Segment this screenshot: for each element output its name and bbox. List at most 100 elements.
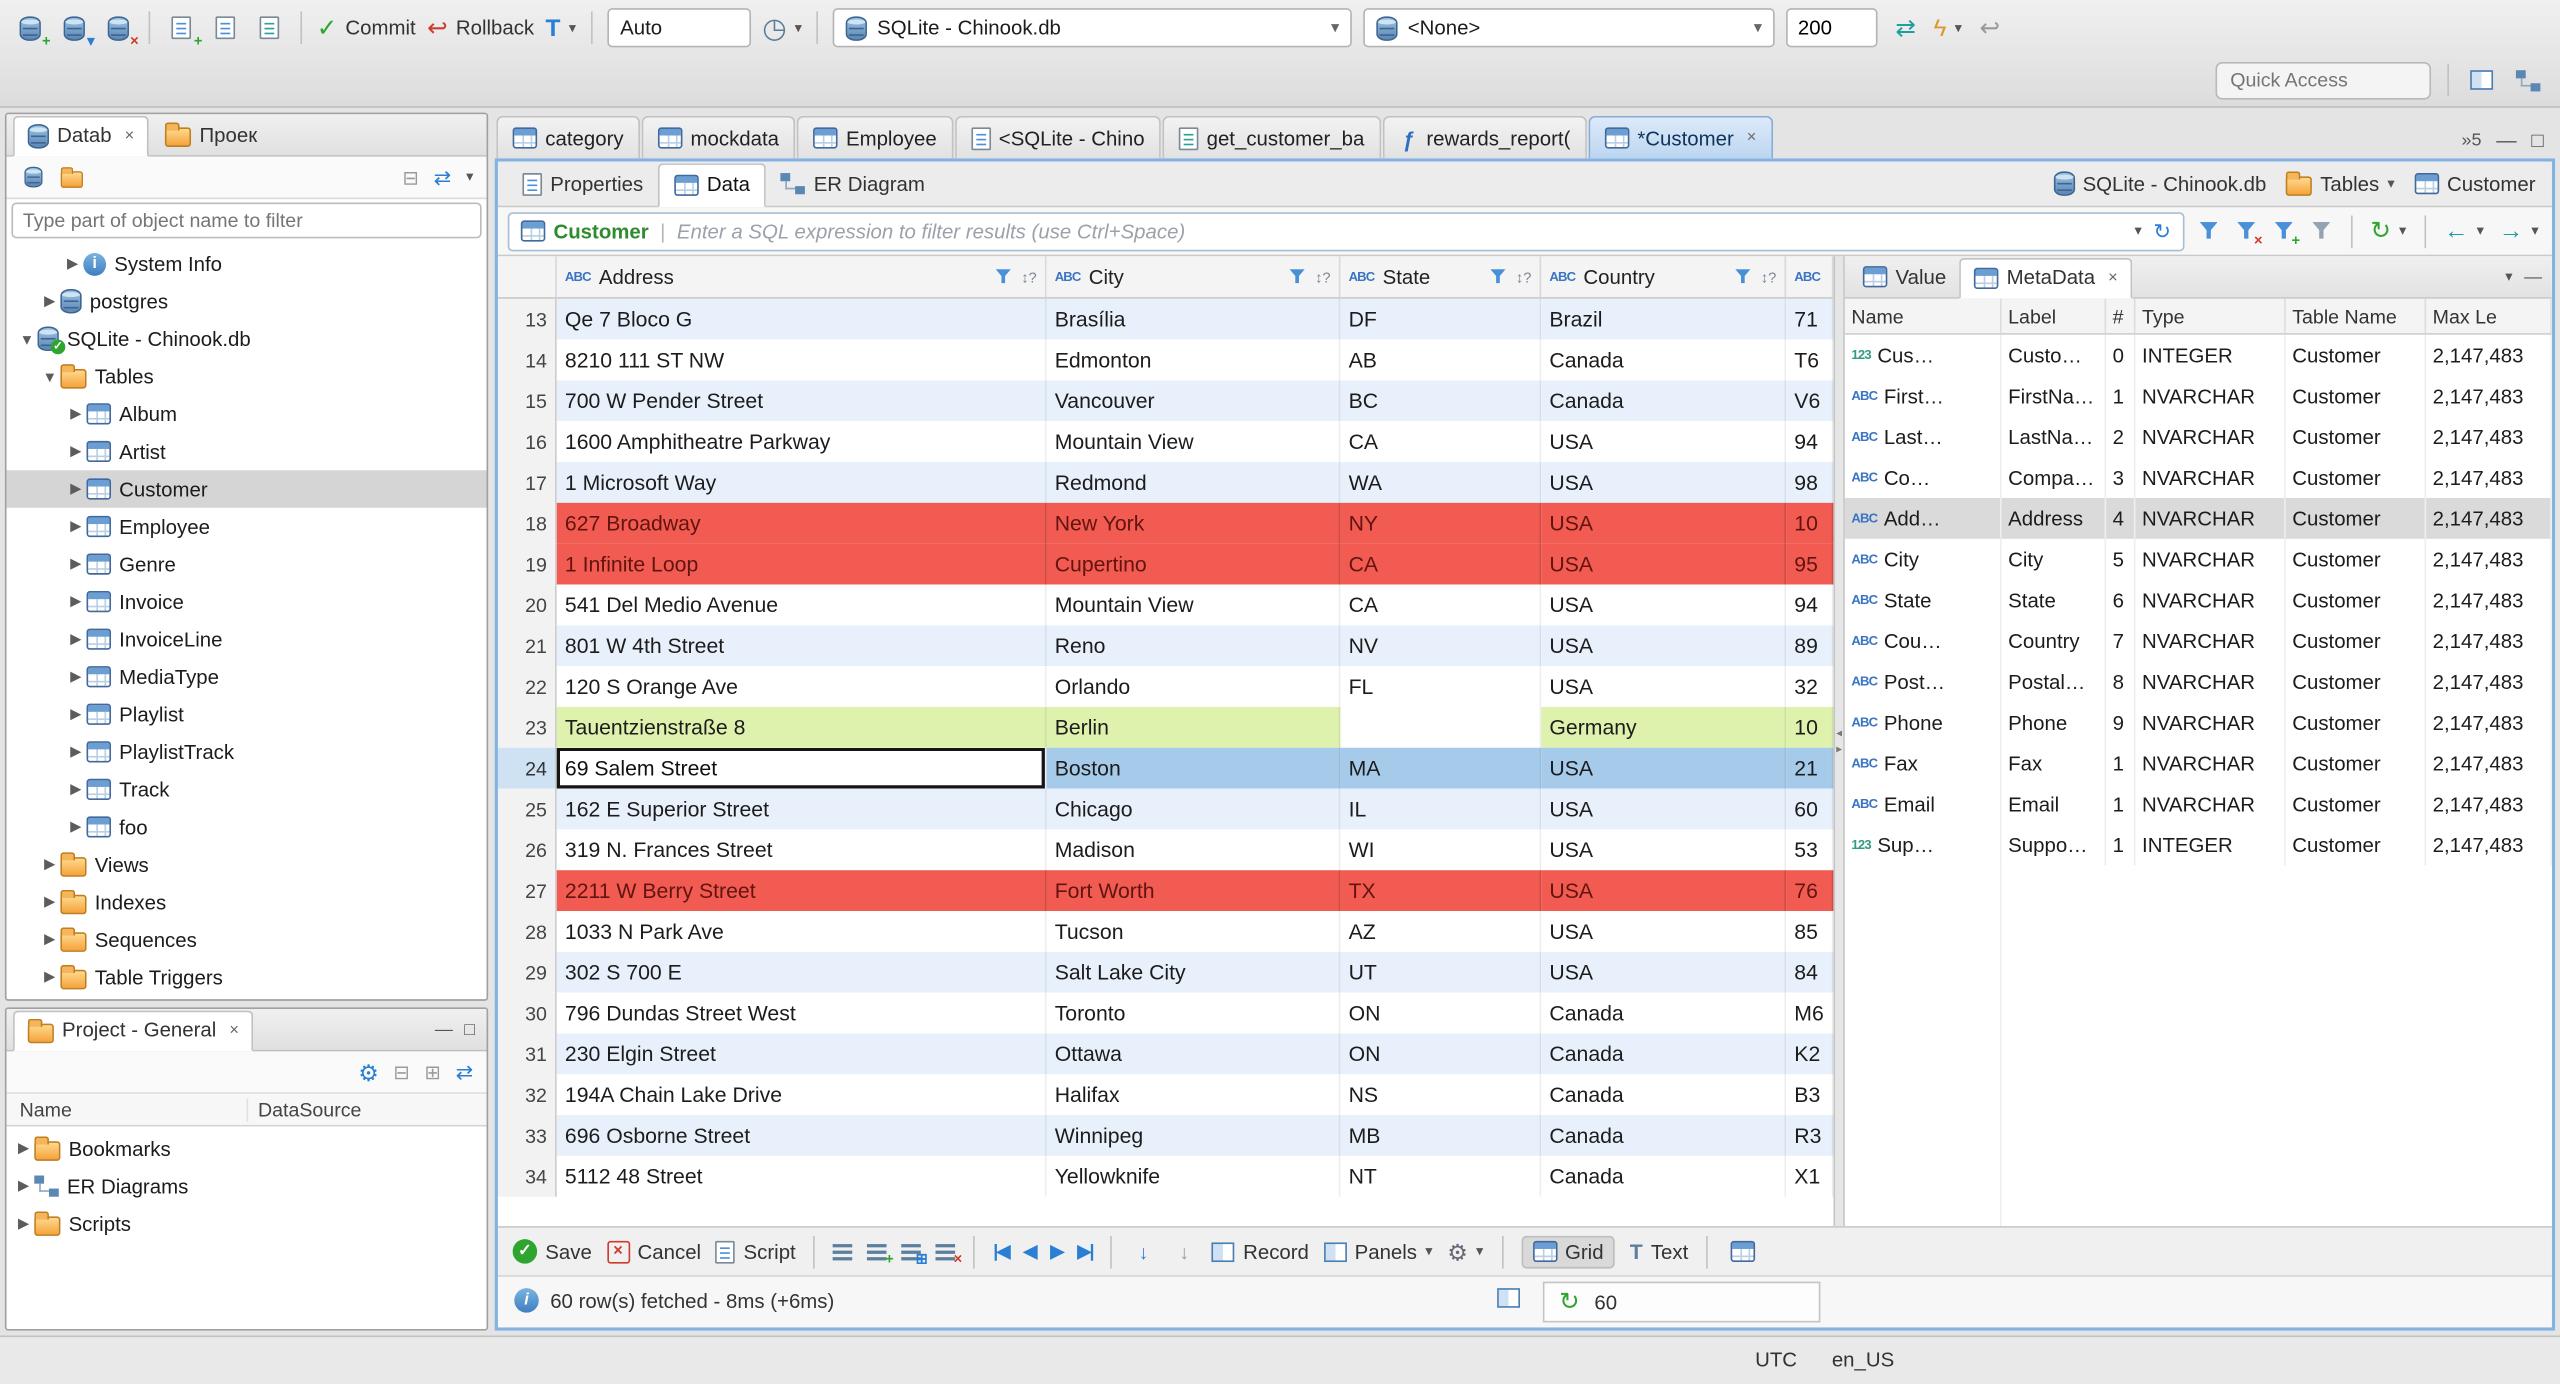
tree-expander-icon[interactable]: ▶ (13, 1177, 34, 1195)
grid-view-toggle[interactable]: Grid (1520, 1235, 1615, 1268)
cell-city[interactable]: Winnipeg (1046, 1115, 1341, 1156)
column-name[interactable]: Name (7, 1097, 249, 1121)
open-sql-editor-icon[interactable] (209, 11, 242, 44)
sql-filter-input[interactable] (676, 219, 2124, 243)
cell-postalcode[interactable]: 10 (1786, 502, 1834, 544)
connect-db-icon[interactable] (20, 164, 46, 190)
tree-item[interactable]: ▶ ER Diagrams (7, 1167, 487, 1205)
cell-state[interactable]: ON (1340, 992, 1542, 1034)
tree-item[interactable]: ▶ Indexes (7, 883, 487, 921)
custom-filter-icon[interactable] (2310, 220, 2333, 243)
cell-postalcode[interactable]: 10 (1786, 706, 1834, 748)
cell-country[interactable]: USA (1541, 462, 1787, 503)
metadata-row[interactable]: ABC Phone Phone 9 NVARCHAR Customer 2,147… (1845, 702, 2552, 743)
row-number-cell[interactable]: 25 (497, 788, 557, 830)
collapse-all-icon[interactable]: ⊟ (393, 1062, 409, 1082)
cell-address[interactable]: 1033 N Park Ave (556, 911, 1047, 952)
cell-state[interactable]: TX (1340, 870, 1542, 912)
expand-all-icon[interactable]: ⊞ (425, 1062, 441, 1082)
cell-city[interactable]: Redmond (1046, 462, 1341, 503)
row-number-cell[interactable]: 28 (497, 911, 557, 952)
cell-country[interactable]: USA (1541, 625, 1787, 667)
cell-country[interactable]: USA (1541, 421, 1787, 463)
cell-address[interactable]: 541 Del Medio Avenue (556, 584, 1047, 626)
row-number-cell[interactable]: 23 (497, 706, 557, 748)
column-filter-icon[interactable] (1736, 269, 1752, 284)
column-filter-icon[interactable] (1491, 269, 1507, 284)
sql-console-icon[interactable] (253, 11, 286, 44)
navigator-filter-input[interactable] (11, 202, 482, 239)
cell-city[interactable]: Mountain View (1046, 421, 1341, 463)
cell-city[interactable]: New York (1046, 502, 1341, 544)
script-button[interactable]: Script (715, 1239, 796, 1263)
commit-mode-combo[interactable]: Auto (607, 8, 751, 48)
cell-postalcode[interactable]: 89 (1786, 625, 1834, 667)
auto-refresh-control[interactable]: ↻ 60 (1542, 1281, 1821, 1323)
cell-postalcode[interactable]: 32 (1786, 666, 1834, 707)
cell-city[interactable]: Yellowknife (1046, 1155, 1341, 1197)
row-number-cell[interactable]: 27 (497, 870, 557, 912)
tree-item[interactable]: ▶ System Info (7, 245, 487, 283)
breadcrumb-connection[interactable]: SQLite - Chinook.db (2053, 171, 2266, 196)
row-number-cell[interactable]: 24 (497, 747, 557, 789)
cell-state[interactable]: MB (1340, 1115, 1542, 1156)
cell-postalcode[interactable]: T6 (1786, 339, 1834, 381)
cell-country[interactable]: Brazil (1541, 298, 1787, 340)
tree-item[interactable]: ▶ Table Triggers (7, 958, 487, 996)
undo-icon[interactable]: ↩ (1973, 11, 2006, 44)
tree-expander-icon[interactable]: ▼ (39, 368, 60, 384)
connection-selector[interactable]: SQLite - Chinook.db ▾ (833, 8, 1353, 48)
cell-country[interactable]: USA (1541, 584, 1787, 626)
cell-city[interactable]: Madison (1046, 829, 1341, 871)
cell-state[interactable] (1340, 706, 1542, 748)
cell-country[interactable]: Canada (1541, 380, 1787, 422)
cell-country[interactable]: Canada (1541, 992, 1787, 1034)
cell-address[interactable]: 319 N. Frances Street (556, 829, 1047, 871)
close-icon[interactable]: × (1747, 129, 1757, 147)
cell-city[interactable]: Brasília (1046, 298, 1341, 340)
panel-sash[interactable]: ◂ ▸ (1833, 256, 1845, 1227)
tree-expander-icon[interactable]: ▶ (39, 292, 60, 310)
first-row-button[interactable]: |◀ (993, 1241, 1010, 1262)
row-number-cell[interactable]: 18 (497, 502, 557, 544)
tree-item[interactable]: ▶ Track (7, 771, 487, 809)
tree-expander-icon[interactable]: ▶ (65, 668, 86, 686)
cell-country[interactable]: USA (1541, 747, 1787, 789)
refresh-settings-button[interactable]: ↻ ▾ (2370, 219, 2406, 243)
show-in-grid-icon[interactable] (1726, 1235, 1759, 1268)
column-number[interactable]: # (2106, 298, 2136, 334)
cell-state[interactable]: UT (1340, 951, 1542, 993)
cell-state[interactable]: AZ (1340, 911, 1542, 952)
cell-state[interactable]: WI (1340, 829, 1542, 871)
breadcrumb-entity[interactable]: Customer (2414, 172, 2536, 195)
editor-tab[interactable]: get_customer_ba (1162, 115, 1381, 159)
cell-postalcode[interactable]: K2 (1786, 1033, 1834, 1075)
sort-indicator-icon[interactable]: ↕? (1315, 269, 1331, 285)
column-header-city[interactable]: ABC City ↕? (1047, 256, 1341, 298)
tree-expander-icon[interactable]: ▶ (65, 442, 86, 460)
filter-history-icon[interactable]: ▾ (2135, 222, 2142, 240)
cell-city[interactable]: Salt Lake City (1046, 951, 1341, 993)
cell-address[interactable]: Tauentzienstraße 8 (556, 706, 1047, 748)
metadata-row[interactable]: ABC Co… Compa… 3 NVARCHAR Customer 2,147,… (1845, 457, 2552, 498)
editor-tab[interactable]: Employee (796, 115, 954, 159)
cell-postalcode[interactable]: V6 (1786, 380, 1834, 422)
tree-expander-icon[interactable]: ▶ (65, 593, 86, 611)
hidden-tabs-count[interactable]: »5 (2462, 131, 2482, 151)
cell-country[interactable]: USA (1541, 870, 1787, 912)
cell-address[interactable]: 162 E Superior Street (556, 788, 1047, 830)
cell-address[interactable]: 69 Salem Street (556, 747, 1047, 789)
cell-postalcode[interactable]: 95 (1786, 543, 1834, 585)
cell-country[interactable]: Canada (1541, 339, 1787, 381)
tree-expander-icon[interactable]: ▶ (13, 1215, 34, 1233)
sort-indicator-icon[interactable]: ↕? (1021, 269, 1037, 285)
cell-postalcode[interactable]: X1 (1786, 1155, 1834, 1197)
tree-item[interactable]: ▶ Album (7, 395, 487, 433)
tree-expander-icon[interactable]: ▶ (65, 630, 86, 648)
tree-item[interactable]: ▶ Bookmarks (7, 1130, 487, 1168)
column-datasource[interactable]: DataSource (248, 1098, 361, 1121)
cell-postalcode[interactable]: 71 (1786, 298, 1834, 340)
close-icon[interactable]: × (2108, 269, 2118, 287)
cell-city[interactable]: Toronto (1046, 992, 1341, 1034)
tree-item[interactable]: ▶ foo (7, 808, 487, 846)
